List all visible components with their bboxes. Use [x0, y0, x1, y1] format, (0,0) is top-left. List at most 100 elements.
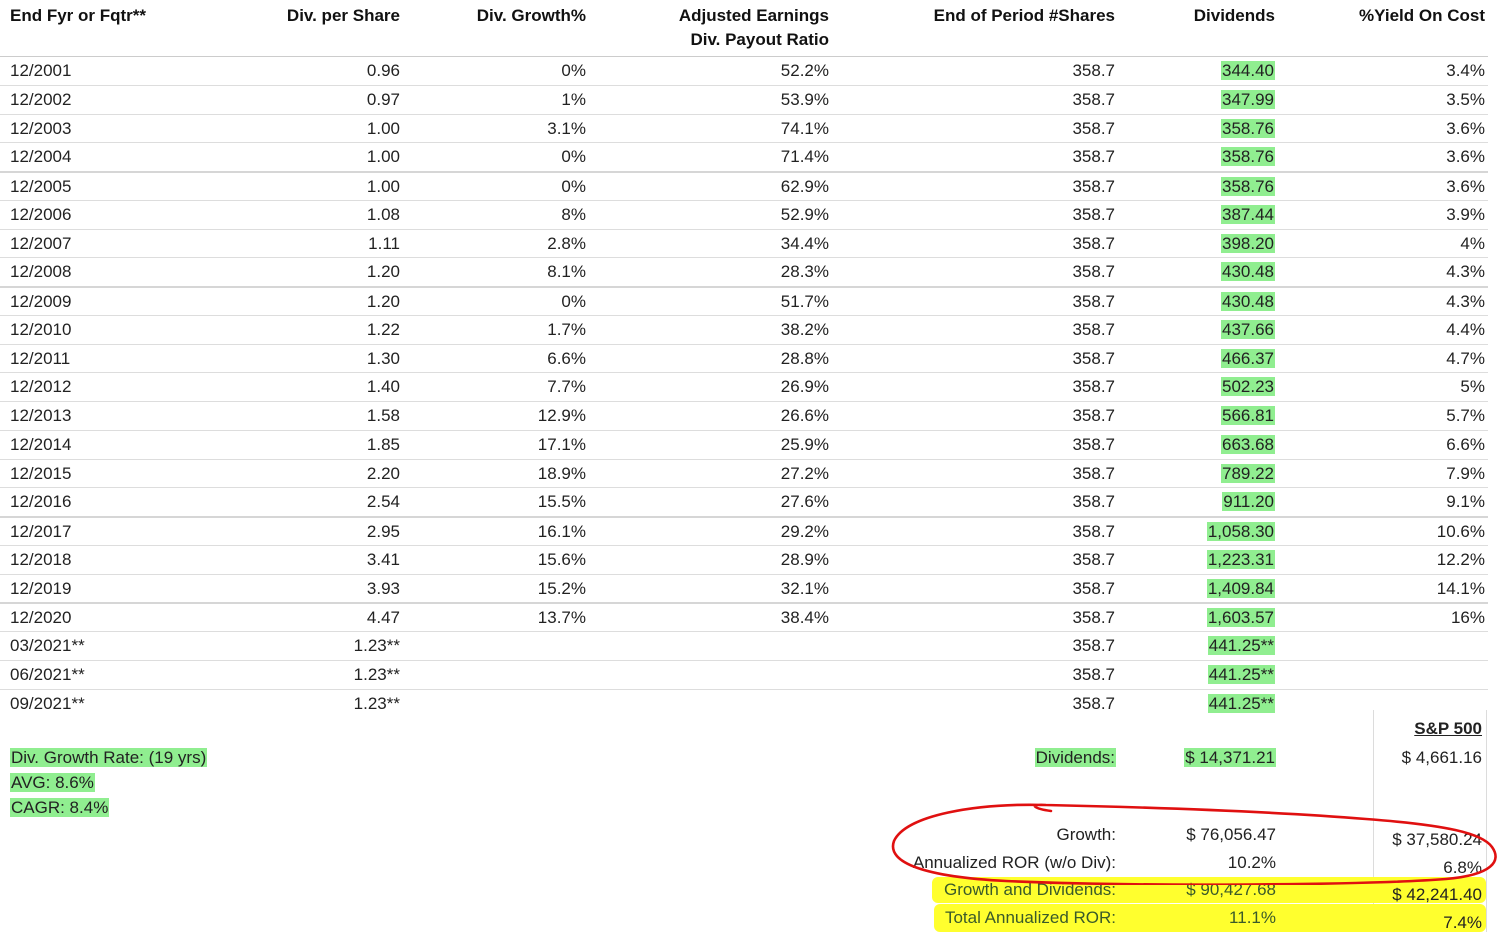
- row-year: 12/2020: [10, 608, 72, 628]
- row-year: 12/2015: [10, 463, 72, 483]
- row-year: 12/2008: [10, 262, 72, 282]
- row-yield: 4%: [1460, 233, 1485, 253]
- row-year: 12/2005: [10, 177, 72, 196]
- row-shares: 358.7: [1072, 406, 1115, 425]
- row-dividends: 430.48: [1221, 292, 1275, 311]
- header-dividends: Dividends: [1193, 6, 1275, 25]
- table-row: 12/2004 1.00 0% 71.4% 358.7 358.76 3.6%: [0, 142, 1488, 171]
- row-year: 12/2004: [10, 147, 72, 167]
- row-payout: 29.2%: [780, 522, 829, 541]
- row-dps: 1.00: [366, 147, 400, 167]
- header-dps: Div. per Share: [286, 6, 400, 25]
- row-payout: 52.2%: [780, 61, 829, 80]
- row-shares: 358.7: [1072, 492, 1115, 512]
- table-row: 12/2018 3.41 15.6% 28.9% 358.7 1,223.31 12.2%: [0, 544, 1488, 574]
- table-row: 12/2007 1.11 2.8% 34.4% 358.7 398.20 4%: [0, 228, 1488, 258]
- row-yield: 3.4%: [1446, 61, 1485, 80]
- row-payout: 27.6%: [780, 492, 829, 512]
- row-yield: 4.3%: [1446, 292, 1485, 311]
- row-yield: 9.1%: [1446, 492, 1485, 512]
- row-dividends: 1,603.57: [1206, 608, 1275, 628]
- row-dividends: 441.25**: [1207, 693, 1275, 713]
- row-payout: 34.4%: [780, 233, 829, 253]
- table-row: 12/2008 1.20 8.1% 28.3% 358.7 430.48 4.3%: [0, 257, 1488, 286]
- row-growth: 8%: [561, 204, 586, 224]
- row-dividends: 344.40: [1221, 61, 1275, 80]
- row-shares: 358.7: [1072, 693, 1115, 713]
- row-year: 12/2010: [10, 319, 72, 339]
- growth-cagr: CAGR: 8.4%: [10, 798, 110, 817]
- total-ror-value: 11.1%: [1229, 908, 1276, 927]
- row-shares: 358.7: [1072, 262, 1115, 282]
- row-dps: 2.20: [366, 463, 400, 483]
- table-row: 12/2001 0.96 0% 52.2% 358.7 344.40 3.4%: [0, 56, 1488, 85]
- table-row: 12/2006 1.08 8% 52.9% 358.7 387.44 3.9%: [0, 199, 1488, 229]
- row-shares: 358.7: [1072, 61, 1115, 80]
- row-shares: 358.7: [1072, 89, 1115, 109]
- row-dps: 0.96: [366, 61, 400, 80]
- table-row: 12/2011 1.30 6.6% 28.8% 358.7 466.37 4.7%: [0, 343, 1488, 373]
- row-year: 12/2007: [10, 233, 72, 253]
- row-growth: 0%: [561, 292, 586, 311]
- table-row: 12/2009 1.20 0% 51.7% 358.7 430.48 4.3%: [0, 286, 1488, 315]
- row-dividends: 358.76: [1221, 118, 1275, 138]
- row-payout: 71.4%: [780, 147, 829, 167]
- row-yield: 3.6%: [1446, 147, 1485, 167]
- table-row: 12/2002 0.97 1% 53.9% 358.7 347.99 3.5%: [0, 84, 1488, 114]
- dividends-sp500: $ 4,661.16: [1401, 748, 1482, 767]
- row-dividends: 911.20: [1222, 492, 1275, 512]
- dividend-rows: 12/2001 0.96 0% 52.2% 358.7 344.40 3.4% 12/2002…: [0, 56, 1488, 717]
- row-payout: 28.3%: [780, 262, 829, 282]
- row-yield: 4.3%: [1446, 262, 1485, 282]
- row-dividends: 466.37: [1221, 348, 1275, 368]
- growth-avg: AVG: 8.6%: [10, 773, 95, 792]
- row-shares: 358.7: [1072, 522, 1115, 541]
- row-dps: 0.97: [366, 89, 400, 109]
- row-payout: 25.9%: [780, 434, 829, 454]
- row-year: 12/2016: [10, 492, 72, 512]
- row-dps: 1.30: [366, 348, 400, 368]
- row-shares: 358.7: [1072, 292, 1115, 311]
- row-yield: 4.4%: [1446, 319, 1485, 339]
- row-year: 12/2018: [10, 549, 72, 569]
- row-growth: 3.1%: [547, 118, 586, 138]
- row-growth: 1.7%: [547, 319, 586, 339]
- table-row: 12/2019 3.93 15.2% 32.1% 358.7 1,409.84 14.1%: [0, 573, 1488, 603]
- row-dps: 1.23**: [353, 664, 400, 684]
- row-dps: 3.41: [366, 549, 400, 569]
- header-shares: End of Period #Shares: [933, 6, 1115, 25]
- row-payout: 38.2%: [780, 319, 829, 339]
- row-dps: 1.00: [366, 118, 400, 138]
- row-yield: 3.5%: [1446, 89, 1485, 109]
- row-year: 12/2017: [10, 522, 72, 541]
- row-growth: 15.6%: [537, 549, 586, 569]
- total-ror-label: Total Annualized ROR:: [944, 908, 1116, 927]
- row-dps: 1.23**: [353, 693, 400, 713]
- row-dividends: 441.25**: [1207, 664, 1275, 684]
- row-payout: 32.1%: [780, 578, 829, 598]
- row-yield: 5%: [1460, 377, 1485, 397]
- row-growth: 7.7%: [547, 377, 586, 397]
- table-row: 12/2003 1.00 3.1% 74.1% 358.7 358.76 3.6%: [0, 113, 1488, 143]
- row-shares: 358.7: [1072, 549, 1115, 569]
- row-dividends: 1,223.31: [1206, 549, 1275, 569]
- row-payout: 26.9%: [780, 377, 829, 397]
- header-payout: Adjusted Earnings Div. Payout Ratio: [679, 4, 829, 52]
- growth-dividends-sp500: $ 42,241.40: [1392, 885, 1482, 904]
- table-row: 06/2021** 1.23** 358.7 441.25**: [0, 659, 1488, 689]
- row-growth: 15.2%: [537, 578, 586, 598]
- row-growth: 16.1%: [537, 522, 586, 541]
- row-growth: 0%: [561, 147, 586, 167]
- row-dps: 2.54: [366, 492, 400, 512]
- row-yield: 14.1%: [1436, 578, 1485, 598]
- row-shares: 358.7: [1072, 664, 1115, 684]
- row-dps: 1.22: [366, 319, 400, 339]
- table-row: 12/2014 1.85 17.1% 25.9% 358.7 663.68 6.6%: [0, 429, 1488, 459]
- row-shares: 358.7: [1072, 434, 1115, 454]
- row-year: 12/2011: [10, 348, 71, 368]
- sp500-title: S&P 500: [1414, 719, 1482, 738]
- row-dividends: 437.66: [1221, 319, 1275, 339]
- header-yield: %Yield On Cost: [1359, 6, 1485, 25]
- row-year: 12/2014: [10, 434, 72, 454]
- table-row: 12/2017 2.95 16.1% 29.2% 358.7 1,058.30 10.6%: [0, 516, 1488, 545]
